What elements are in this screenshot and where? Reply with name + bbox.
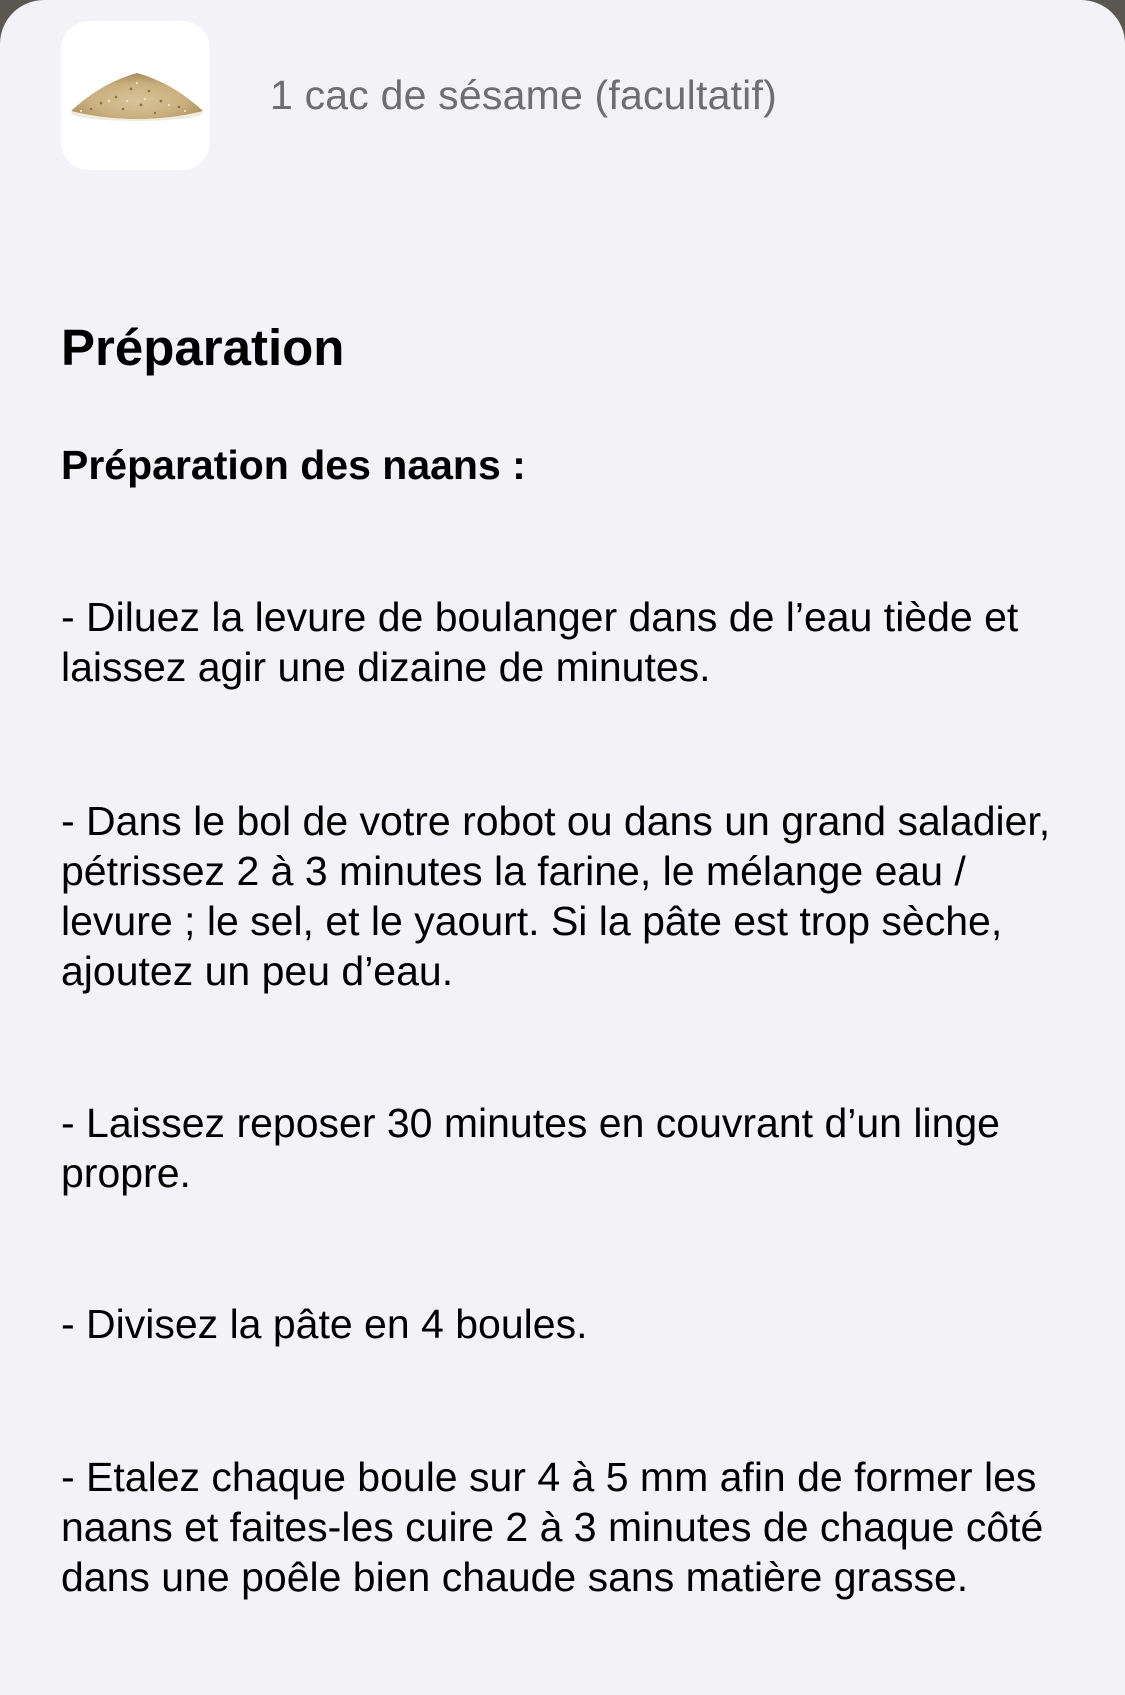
subheading: Préparation des naans : xyxy=(61,442,526,488)
section-title: Préparation xyxy=(61,319,345,376)
sesame-seeds-image xyxy=(61,20,210,170)
preparation-step: - Divisez la pâte en 4 boules. xyxy=(61,1301,588,1347)
ingredient-label: 1 cac de sésame (facultatif) xyxy=(270,71,777,118)
recipe-sheet: 1 cac de sésame (facultatif) Préparation… xyxy=(0,0,1125,1695)
preparation-step: - Etalez chaque boule sur 4 à 5 mm afin … xyxy=(61,1454,1044,1600)
preparation-step: - Laissez reposer 30 minutes en couvrant… xyxy=(61,1100,1000,1196)
ingredient-row: 1 cac de sésame (facultatif) xyxy=(61,20,1061,170)
preparation-step: - Diluez la levure de boulanger dans de … xyxy=(61,594,1019,690)
preparation-step: - Dans le bol de votre robot ou dans un … xyxy=(61,798,1051,994)
sesame-pile-icon xyxy=(71,72,203,121)
